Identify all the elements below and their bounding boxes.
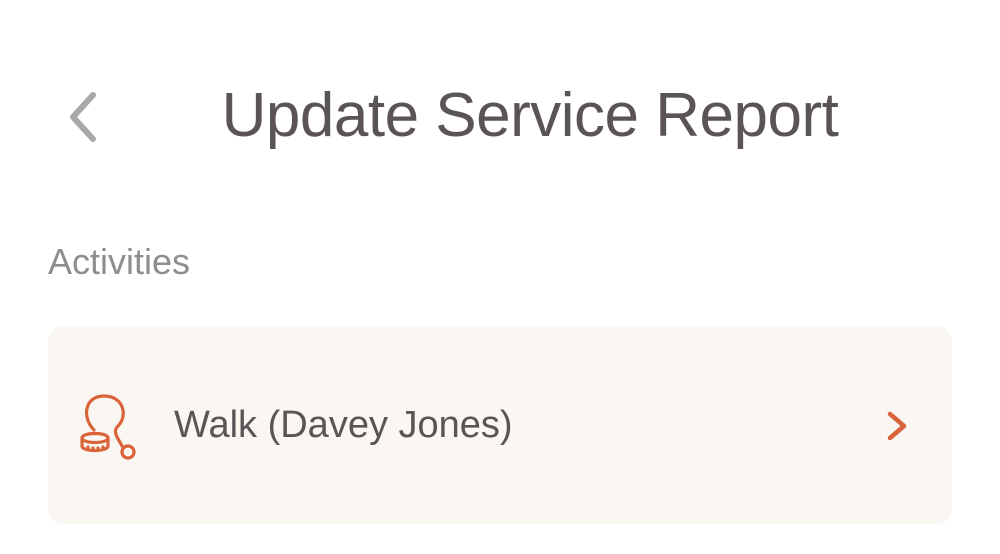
activity-item-walk[interactable]: Walk (Davey Jones)	[48, 326, 952, 524]
page-title: Update Service Report	[221, 81, 839, 150]
chevron-right-icon	[887, 411, 907, 441]
header: Update Service Report	[0, 60, 1000, 170]
leash-icon	[80, 394, 136, 460]
section-label-activities: Activities	[48, 241, 191, 282]
activity-label: Walk (Davey Jones)	[174, 404, 513, 446]
